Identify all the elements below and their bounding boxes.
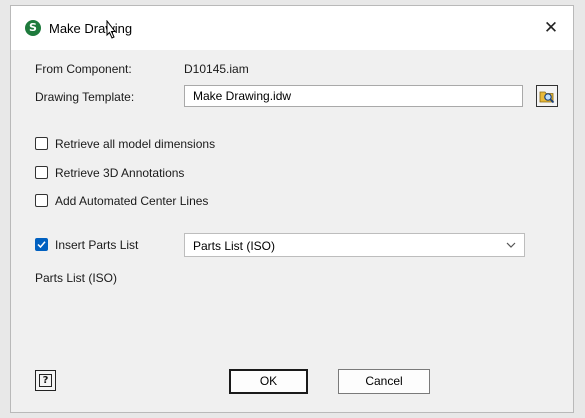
ok-button[interactable]: OK <box>229 369 308 394</box>
help-icon: ? <box>39 374 52 387</box>
retrieve-3d-annotations-checkbox[interactable] <box>35 166 48 179</box>
retrieve-dimensions-label: Retrieve all model dimensions <box>55 137 216 151</box>
chevron-down-icon <box>506 242 516 248</box>
center-lines-label: Add Automated Center Lines <box>55 194 209 208</box>
title-bar[interactable]: S Make Drawing ✕ <box>11 6 573 50</box>
from-component-label: From Component: <box>35 62 132 76</box>
insert-parts-list-checkbox[interactable] <box>35 238 48 251</box>
drawing-template-label: Drawing Template: <box>35 90 135 104</box>
make-drawing-dialog: S Make Drawing ✕ From Component: D10145.… <box>10 5 574 413</box>
help-button[interactable]: ? <box>35 370 56 391</box>
mouse-pointer-icon <box>106 20 117 39</box>
cancel-button[interactable]: Cancel <box>338 369 430 394</box>
folder-search-icon <box>539 91 555 104</box>
center-lines-checkbox[interactable] <box>35 194 48 207</box>
parts-list-style-dropdown[interactable]: Parts List (ISO) <box>184 233 525 257</box>
drawing-template-input[interactable] <box>184 85 523 107</box>
retrieve-3d-annotations-label: Retrieve 3D Annotations <box>55 166 185 180</box>
parts-list-style-value: Parts List (ISO) <box>193 239 276 253</box>
app-logo-icon: S <box>25 20 41 36</box>
from-component-value: D10145.iam <box>184 62 249 76</box>
parts-list-style-caption: Parts List (ISO) <box>35 271 118 285</box>
insert-parts-list-label: Insert Parts List <box>55 238 139 252</box>
browse-template-button[interactable] <box>536 85 558 107</box>
checkmark-icon <box>37 241 46 249</box>
retrieve-dimensions-checkbox[interactable] <box>35 137 48 150</box>
close-icon[interactable]: ✕ <box>539 16 563 40</box>
